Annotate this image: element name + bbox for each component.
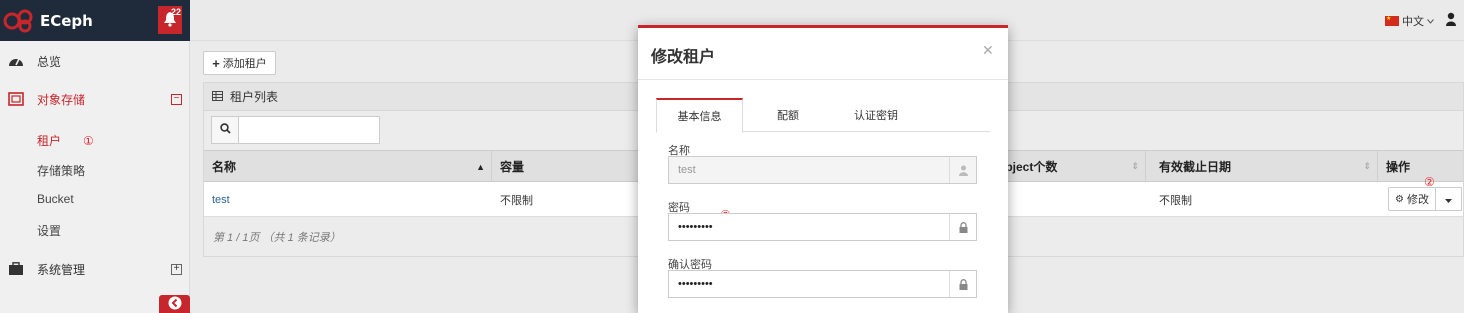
- modal-title: 修改租户: [651, 49, 716, 66]
- dashboard-icon: [8, 53, 24, 69]
- edit-tenant-modal: 修改租户 ✕ 基本信息 配额 认证密钥 名称 test 密码 ③ •••••••…: [638, 25, 1008, 313]
- sidebar-subitem-settings[interactable]: 设置: [37, 222, 61, 239]
- pagination-info: 第 1 / 1页 （共 1 条记录）: [213, 232, 341, 244]
- sidebar: 总览 对象存储 − 租户 ① 存储策略 Bucket 设置 系统管理 +: [0, 41, 190, 313]
- user-icon: [949, 157, 976, 183]
- edit-button[interactable]: ⚙ 修改: [1388, 187, 1436, 211]
- name-value: test: [678, 164, 696, 176]
- modal-tabs: 基本信息 配额 认证密钥: [656, 98, 990, 133]
- step-marker-2: ②: [1424, 175, 1435, 189]
- sidebar-subitem-storage-policy[interactable]: 存储策略: [37, 162, 85, 179]
- alert-button[interactable]: 22: [158, 6, 182, 34]
- sidebar-collapse-button[interactable]: [159, 295, 190, 313]
- search-box: [211, 116, 381, 144]
- eceph-logo-icon: [0, 0, 40, 41]
- language-selector[interactable]: 中文: [1385, 13, 1434, 29]
- lock-icon: [949, 214, 976, 240]
- sort-icon: ⇕: [1131, 161, 1139, 171]
- add-tenant-label: 添加租户: [222, 58, 267, 70]
- column-header-actions: 操作: [1378, 151, 1464, 182]
- chevron-down-icon: [1427, 15, 1434, 27]
- tab-auth-keys[interactable]: 认证密钥: [836, 98, 916, 132]
- confirm-password-value: •••••••••: [678, 278, 713, 290]
- table-grid-icon: [212, 90, 223, 104]
- china-flag-icon: [1385, 16, 1399, 26]
- sidebar-item-label: 对象存储: [37, 92, 86, 107]
- sort-up-icon: ▲: [476, 161, 485, 172]
- edit-dropdown-toggle[interactable]: [1436, 187, 1462, 211]
- password-field[interactable]: •••••••••: [668, 213, 977, 241]
- object-storage-icon: [8, 91, 24, 107]
- expand-icon[interactable]: +: [171, 263, 182, 275]
- briefcase-icon: [8, 261, 24, 277]
- password-value: •••••••••: [678, 221, 713, 233]
- column-label: 操作: [1386, 160, 1411, 174]
- step-marker-1: ①: [83, 134, 94, 148]
- panel-title: 租户列表: [230, 90, 279, 104]
- search-button[interactable]: [211, 116, 239, 144]
- sidebar-item-label: 系统管理: [37, 262, 86, 277]
- sidebar-item-system[interactable]: 系统管理 +: [0, 254, 190, 284]
- add-tenant-button[interactable]: + 添加租户: [203, 51, 276, 75]
- tenant-expiry: 不限制: [1159, 194, 1192, 207]
- arrow-left-circle-icon: [168, 296, 182, 313]
- column-header-expiry[interactable]: 有效截止日期 ⇕: [1151, 151, 1378, 182]
- search-icon: [219, 123, 231, 137]
- sidebar-item-label: 总览: [37, 54, 62, 69]
- tab-basic-info[interactable]: 基本信息: [656, 98, 743, 133]
- sidebar-item-dashboard[interactable]: 总览: [0, 46, 190, 76]
- tenant-name-link[interactable]: test: [204, 182, 230, 217]
- language-label: 中文: [1402, 16, 1424, 28]
- lock-icon: [949, 271, 976, 297]
- close-icon[interactable]: ✕: [982, 42, 994, 59]
- user-icon[interactable]: [1446, 12, 1456, 26]
- divider: [638, 79, 1008, 80]
- column-header-name[interactable]: 名称 ▲: [204, 151, 492, 182]
- alert-count-badge: 22: [170, 7, 181, 17]
- column-label: 名称: [212, 160, 237, 174]
- tab-quota[interactable]: 配额: [753, 98, 823, 132]
- app-title: ECeph: [40, 11, 93, 30]
- column-label: 有效截止日期: [1159, 160, 1232, 174]
- sidebar-item-object-storage[interactable]: 对象存储 −: [0, 84, 190, 114]
- column-label: 容量: [500, 160, 525, 174]
- edit-label: 修改: [1406, 194, 1429, 206]
- collapse-icon[interactable]: −: [171, 93, 182, 105]
- name-field: test: [668, 156, 977, 184]
- sidebar-subitem-bucket[interactable]: Bucket: [37, 192, 74, 206]
- gear-icon: ⚙: [1395, 193, 1404, 205]
- plus-icon: +: [212, 55, 220, 71]
- search-input[interactable]: [239, 116, 380, 144]
- caret-down-icon: [1445, 192, 1452, 206]
- sort-icon: ⇕: [1363, 161, 1371, 171]
- tenant-capacity: 不限制: [500, 194, 533, 207]
- confirm-password-field[interactable]: •••••••••: [668, 270, 977, 298]
- sidebar-subitem-tenant[interactable]: 租户: [37, 132, 61, 149]
